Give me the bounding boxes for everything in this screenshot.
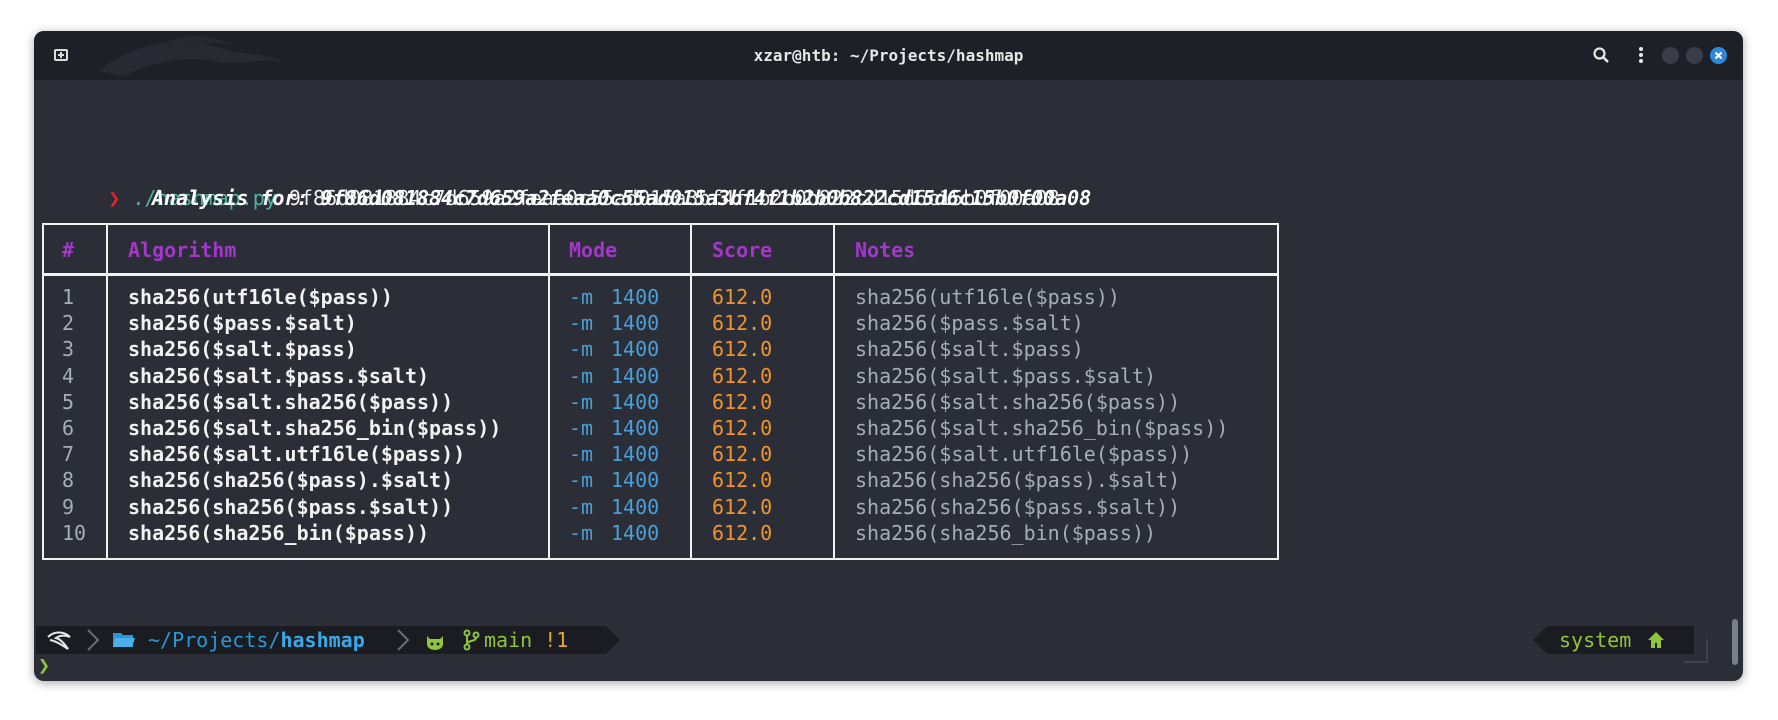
kali-logo-icon xyxy=(46,629,74,657)
row-mode-value: 1400 xyxy=(611,285,660,309)
close-icon xyxy=(1714,51,1723,60)
row-score: 612.0 xyxy=(712,520,773,545)
git-status: main !1 xyxy=(484,627,568,653)
row-notes: sha256($salt.sha256($pass)) xyxy=(855,389,1181,414)
row-score: 612.0 xyxy=(712,311,773,336)
row-mode-value: 1400 xyxy=(611,311,660,336)
home-icon xyxy=(1646,630,1666,656)
row-score: 612.0 xyxy=(712,416,773,440)
row-score: 612.0 xyxy=(712,442,773,467)
row-notes: sha256(sha256_bin($pass)) xyxy=(855,520,1157,545)
github-icon xyxy=(424,631,446,657)
cursor-box xyxy=(1684,639,1708,663)
row-mode-value: 1400 xyxy=(611,442,660,467)
row-score: 612.0 xyxy=(712,285,773,309)
row-notes: sha256(utf16le($pass)) xyxy=(855,285,1120,309)
row-score: 612.0 xyxy=(712,494,773,519)
row-index: 9 xyxy=(62,494,75,519)
row-mode-value: 1400 xyxy=(611,389,660,414)
row-algorithm: sha256(utf16le($pass)) xyxy=(128,285,393,309)
kebab-menu-icon[interactable] xyxy=(1630,44,1652,66)
row-algorithm: sha256($salt.sha256($pass)) xyxy=(128,389,454,414)
row-algorithm: sha256($salt.$pass) xyxy=(128,337,357,362)
window-title: xzar@htb: ~/Projects/hashmap xyxy=(753,46,1024,65)
row-index: 7 xyxy=(62,442,75,467)
row-index: 5 xyxy=(62,389,75,414)
row-mode-value: 1400 xyxy=(611,468,660,493)
row-index: 3 xyxy=(62,337,75,362)
row-mode-flag: -m xyxy=(569,520,594,545)
row-mode-flag: -m xyxy=(569,468,594,493)
row-index: 4 xyxy=(62,363,75,388)
header-score: Score xyxy=(712,238,773,262)
git-branch-icon xyxy=(462,629,480,657)
row-index: 1 xyxy=(62,285,75,309)
row-score: 612.0 xyxy=(712,468,773,493)
search-icon[interactable] xyxy=(1590,44,1612,66)
row-notes: sha256($salt.utf16le($pass)) xyxy=(855,442,1193,467)
path-home: ~/Projects/ xyxy=(148,628,281,652)
row-index: 8 xyxy=(62,468,75,493)
row-mode-flag: -m xyxy=(569,363,594,388)
row-algorithm: sha256($salt.utf16le($pass)) xyxy=(128,442,466,467)
row-mode-flag: -m xyxy=(569,416,594,440)
row-notes: sha256($salt.sha256_bin($pass)) xyxy=(855,416,1229,440)
row-notes: sha256(sha256($pass.$salt)) xyxy=(855,494,1181,519)
row-notes: sha256($salt.$pass) xyxy=(855,337,1084,362)
row-score: 612.0 xyxy=(712,363,773,388)
row-mode-value: 1400 xyxy=(611,416,660,440)
row-mode-flag: -m xyxy=(569,389,594,414)
title-bar: xzar@htb: ~/Projects/hashmap xyxy=(34,31,1743,80)
row-score: 612.0 xyxy=(712,337,773,362)
row-notes: sha256(sha256($pass).$salt) xyxy=(855,468,1181,493)
env-name: system xyxy=(1559,628,1632,652)
row-algorithm: sha256(sha256_bin($pass)) xyxy=(128,520,430,545)
row-mode-value: 1400 xyxy=(611,520,660,545)
row-notes: sha256($pass.$salt) xyxy=(855,311,1084,336)
header-index: # xyxy=(62,238,75,262)
prompt-path: ~/Projects/hashmap xyxy=(148,627,365,653)
row-algorithm: sha256(sha256($pass.$salt)) xyxy=(128,494,454,519)
row-index: 10 xyxy=(62,520,87,545)
row-mode-flag: -m xyxy=(569,311,594,336)
row-algorithm: sha256($salt.$pass.$salt) xyxy=(128,363,430,388)
row-index: 6 xyxy=(62,416,75,440)
path-dir: hashmap xyxy=(280,628,365,652)
minimize-button[interactable] xyxy=(1662,47,1679,64)
row-algorithm: sha256($pass.$salt) xyxy=(128,311,357,336)
terminal-content[interactable]: ❯ ./hashmap.py 9f86d081884c7d659a2feaa0c… xyxy=(34,80,1743,681)
header-mode: Mode xyxy=(569,238,618,262)
row-mode-value: 1400 xyxy=(611,337,660,362)
row-algorithm: sha256($salt.sha256_bin($pass)) xyxy=(128,416,502,440)
row-mode-flag: -m xyxy=(569,337,594,362)
git-branch: main xyxy=(484,628,533,652)
row-algorithm: sha256(sha256($pass).$salt) xyxy=(128,468,454,493)
folder-icon xyxy=(112,630,136,656)
header-algorithm: Algorithm xyxy=(128,238,237,262)
terminal-window: xzar@htb: ~/Projects/hashmap ❯ ./hashmap… xyxy=(34,31,1743,681)
prompt-symbol: ❯ xyxy=(108,186,121,210)
scrollbar[interactable] xyxy=(1732,619,1738,665)
header-notes: Notes xyxy=(855,238,916,262)
row-mode-flag: -m xyxy=(569,494,594,519)
row-mode-value: 1400 xyxy=(611,494,660,519)
close-button[interactable] xyxy=(1710,47,1727,64)
final-prompt: ❯ xyxy=(38,653,51,677)
row-mode-flag: -m xyxy=(569,442,594,467)
row-notes: sha256($salt.$pass.$salt) xyxy=(855,363,1157,388)
row-score: 612.0 xyxy=(712,389,773,414)
git-changes: !1 xyxy=(544,628,569,652)
analysis-header: Analysis for: 9f86d081884c7d659a2feaa0c5… xyxy=(152,186,1092,210)
row-mode-flag: -m xyxy=(569,285,594,309)
row-index: 2 xyxy=(62,311,75,336)
maximize-button[interactable] xyxy=(1686,47,1703,64)
row-mode-value: 1400 xyxy=(611,363,660,388)
